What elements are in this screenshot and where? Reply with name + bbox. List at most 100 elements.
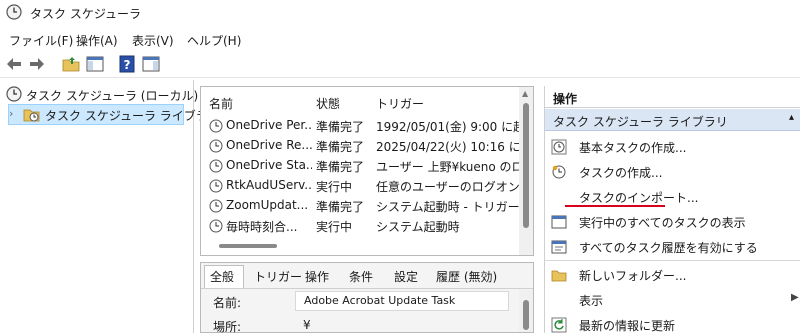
action-show-running-tasks[interactable]: 実行中のすべてのタスクの表示 (545, 210, 800, 234)
scrollbar-thumb[interactable] (523, 103, 529, 228)
action-new-folder[interactable]: 新しいフォルダー... (545, 263, 800, 287)
horizontal-scrollbar-thumb[interactable] (219, 244, 277, 248)
red-underline (565, 205, 665, 207)
menu-help[interactable]: ヘルプ(H) (187, 32, 241, 49)
table-row[interactable]: RtkAudUServ... 実行中 任意のユーザーのログオン時 (201, 176, 519, 196)
task-status: 準備完了 (316, 120, 365, 134)
clock-icon (6, 86, 22, 102)
vertical-scrollbar[interactable]: ▲ (519, 87, 533, 255)
action-label: 基本タスクの作成... (579, 141, 687, 155)
table-row[interactable]: 毎時時刻合... 実行中 システム起動時 (201, 216, 519, 236)
forward-arrow-icon[interactable] (27, 54, 47, 74)
action-view[interactable]: 表示 ▶ (545, 288, 800, 312)
action-label: 最新の情報に更新 (579, 319, 676, 333)
name-value: Adobe Acrobat Update Task (304, 294, 456, 307)
basic-task-icon (551, 139, 567, 155)
clock-icon (209, 199, 223, 213)
name-label: 名前: (213, 296, 242, 310)
tab-history[interactable]: 履歴 (無効) (436, 268, 497, 286)
action-label: 新しいフォルダー... (579, 269, 687, 283)
actions-header: 操作 (545, 86, 800, 108)
action-refresh[interactable]: 最新の情報に更新 (545, 313, 800, 333)
task-list: 名前 状態 トリガー OneDrive Per... 準備完了 1992/05/… (200, 86, 534, 256)
table-row[interactable]: OneDrive Re... 準備完了 2025/04/22(火) 10:16 … (201, 136, 519, 156)
action-import-task[interactable]: タスクのインポート... (545, 185, 800, 209)
actions-section-label: タスク スケジューラ ライブラリ (553, 115, 728, 129)
task-status: 実行中 (316, 180, 353, 194)
running-tasks-icon (551, 215, 567, 229)
task-name: RtkAudUServ... (226, 178, 312, 192)
scroll-up-icon[interactable]: ▲ (522, 89, 528, 98)
chevron-right-icon[interactable]: › (9, 107, 13, 120)
tab-general[interactable]: 全般 (210, 268, 234, 286)
refresh-icon (551, 317, 567, 333)
task-trigger: 2025/04/22(火) 10:16 に起動 (376, 140, 519, 154)
tree-item-label: タスク スケジューラ ライブラリ (45, 109, 220, 123)
create-task-icon (552, 165, 566, 179)
window-title: タスク スケジューラ (30, 7, 141, 21)
task-status: 実行中 (316, 220, 353, 234)
actions-section[interactable]: タスク スケジューラ ライブラリ ▴ (545, 109, 800, 131)
task-status: 準備完了 (316, 160, 365, 174)
action-label: 表示 (579, 294, 604, 308)
tab-actions[interactable]: 操作 (305, 268, 329, 286)
clock-icon (209, 159, 223, 173)
action-enable-history[interactable]: すべてのタスク履歴を有効にする (545, 235, 800, 259)
detail-scrollbar-thumb[interactable] (523, 300, 529, 330)
action-create-task[interactable]: タスクの作成... (545, 160, 800, 184)
show-hide-pane-icon[interactable] (85, 54, 105, 74)
name-field[interactable]: Adobe Acrobat Update Task (295, 291, 509, 311)
action-create-basic-task[interactable]: 基本タスクの作成... (545, 135, 800, 159)
back-arrow-icon[interactable] (4, 54, 24, 74)
clock-icon (209, 179, 223, 193)
history-icon (551, 240, 567, 254)
task-trigger: 1992/05/01(金) 9:00 に起動 (376, 120, 519, 134)
menu-view[interactable]: 表示(V) (132, 32, 174, 49)
task-trigger: システム起動時 (376, 220, 460, 234)
action-label: 実行中のすべてのタスクの表示 (579, 216, 746, 230)
column-header-name[interactable]: 名前 (209, 95, 233, 112)
task-trigger: 任意のユーザーのログオン時 (376, 180, 519, 194)
task-name: OneDrive Per... (226, 118, 312, 132)
tree-root-label: タスク スケジューラ (ローカル) (26, 89, 199, 103)
actions-pane: 操作 タスク スケジューラ ライブラリ ▴ 基本タスクの作成... タスクの作成… (544, 86, 800, 333)
submenu-arrow-icon: ▶ (791, 292, 799, 303)
task-name: OneDrive Re... (226, 138, 312, 152)
clock-icon (209, 139, 223, 153)
task-trigger: システム起動時 - トリガーされ (376, 200, 519, 214)
menu-file[interactable]: ファイル(F) (9, 32, 73, 49)
task-trigger: ユーザー 上野¥kueno のログ (376, 160, 519, 174)
separator (545, 260, 800, 261)
menu-action[interactable]: 操作(A) (76, 32, 118, 49)
tab-conditions[interactable]: 条件 (349, 268, 373, 286)
detail-tabs: 全般 トリガー 操作 条件 設定 履歴 (無効) (201, 263, 533, 289)
location-label: 場所: (213, 320, 242, 333)
help-icon[interactable]: ? (117, 54, 137, 74)
action-pane-icon[interactable] (141, 54, 161, 74)
tab-triggers[interactable]: トリガー (254, 268, 302, 286)
action-label: タスクのインポート... (579, 191, 699, 205)
clock-icon (6, 4, 22, 20)
location-value: ¥ (303, 318, 311, 332)
tab-settings[interactable]: 設定 (394, 268, 418, 286)
table-row[interactable]: ZoomUpdat... 準備完了 システム起動時 - トリガーされ (201, 196, 519, 216)
task-status: 準備完了 (316, 200, 365, 214)
task-status: 準備完了 (316, 140, 365, 154)
title-bar: タスク スケジューラ (0, 0, 800, 26)
navigation-tree: タスク スケジューラ (ローカル) › タスク スケジューラ ライブラリ (0, 80, 220, 333)
task-name: OneDrive Sta... (226, 158, 312, 172)
detail-pane: 全般 トリガー 操作 条件 設定 履歴 (無効) 名前: Adobe Acrob… (200, 262, 534, 333)
menu-bar: ファイル(F) 操作(A) 表示(V) ヘルプ(H) (0, 28, 800, 50)
new-folder-icon (551, 270, 567, 282)
detail-scrollbar[interactable] (519, 290, 533, 332)
task-name: 毎時時刻合... (226, 220, 298, 234)
tree-item-library[interactable]: › タスク スケジューラ ライブラリ (8, 104, 220, 125)
column-header-trigger[interactable]: トリガー (376, 95, 424, 112)
folder-up-icon[interactable] (61, 54, 81, 74)
table-row[interactable]: OneDrive Per... 準備完了 1992/05/01(金) 9:00 … (201, 116, 519, 136)
table-row[interactable]: OneDrive Sta... 準備完了 ユーザー 上野¥kueno のログ (201, 156, 519, 176)
toolbar: ? (0, 50, 800, 78)
collapse-arrow-icon[interactable]: ▴ (789, 112, 794, 123)
svg-text:?: ? (124, 58, 131, 72)
column-header-status[interactable]: 状態 (316, 95, 340, 112)
